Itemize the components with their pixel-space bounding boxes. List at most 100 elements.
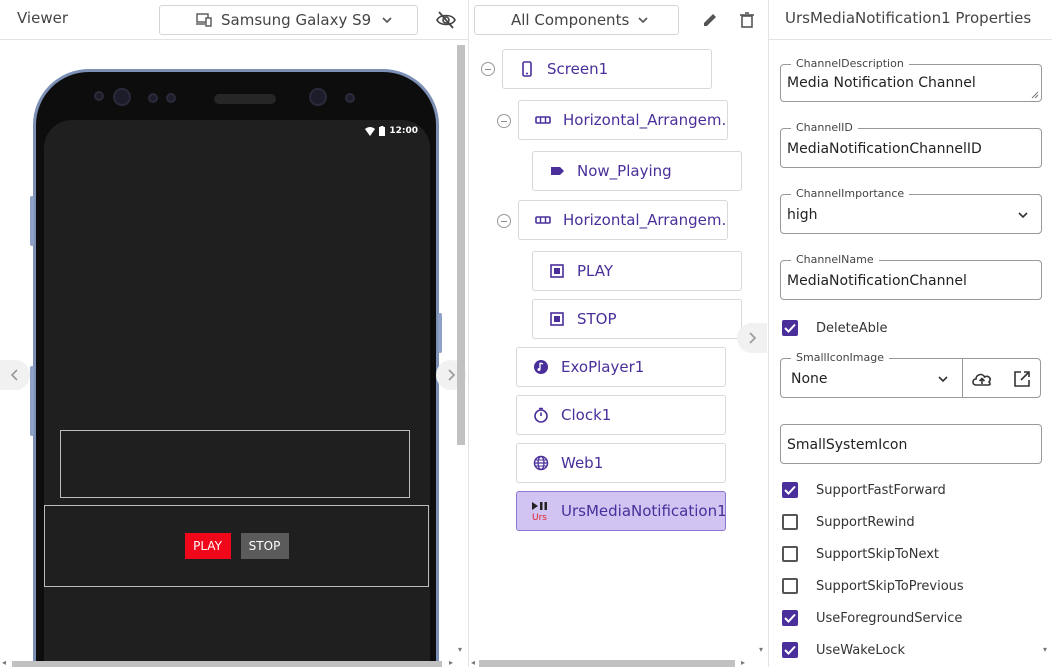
play-button-preview[interactable]: PLAY — [184, 533, 231, 559]
components-panel: All Components Screen1 Horizontal_Arrang… — [468, 0, 768, 667]
devices-icon — [196, 13, 212, 27]
channel-description-value: Media Notification Channel — [787, 75, 976, 91]
collapse-toggle-arrangement-2[interactable] — [497, 214, 511, 228]
scroll-right-arrow[interactable]: ▸ — [741, 658, 745, 667]
support-fast-forward-checkbox[interactable] — [782, 482, 798, 498]
viewer-vertical-scrollbar[interactable] — [457, 45, 465, 445]
open-in-new-icon[interactable] — [1013, 370, 1031, 388]
checkmark-icon — [784, 323, 796, 333]
tree-node-label: ExoPlayer1 — [561, 358, 645, 376]
sensor-dot — [148, 93, 158, 103]
trash-icon[interactable] — [738, 11, 756, 29]
use-foreground-service-row[interactable]: UseForegroundService — [780, 608, 962, 628]
support-fast-forward-row[interactable]: SupportFastForward — [780, 480, 946, 500]
components-filter-select[interactable]: All Components — [474, 5, 679, 35]
components-horizontal-scrollbar[interactable] — [479, 660, 735, 667]
use-wake-lock-row[interactable]: UseWakeLock — [780, 640, 905, 660]
phone-side-button — [438, 313, 442, 353]
channel-description-field[interactable]: ChannelDescription Media Notification Ch… — [780, 57, 1042, 102]
viewer-prev-button[interactable] — [0, 360, 30, 390]
tree-node-label: Now_Playing — [577, 162, 672, 180]
tree-node-now-playing[interactable]: Now_Playing — [532, 151, 742, 191]
support-skip-to-previous-checkbox[interactable] — [782, 578, 798, 594]
use-foreground-service-checkbox[interactable] — [782, 610, 798, 626]
globe-icon — [533, 455, 549, 471]
divider — [962, 359, 963, 397]
chevron-right-icon — [749, 332, 757, 344]
scroll-right-arrow[interactable]: ▸ — [449, 658, 453, 667]
scroll-down-arrow[interactable]: ▾ — [1043, 645, 1047, 654]
chevron-down-icon[interactable] — [937, 373, 949, 385]
tree-node-horizontal-arrangement-2[interactable]: Horizontal_Arrangem... — [518, 200, 728, 240]
tree-node-horizontal-arrangement-1[interactable]: Horizontal_Arrangem... — [518, 100, 728, 140]
collapse-toggle-screen1[interactable] — [481, 62, 495, 76]
sensor-dot — [94, 91, 104, 101]
front-camera — [113, 88, 131, 106]
delete-able-row[interactable]: DeleteAble — [780, 318, 887, 338]
horizontal-arrangement-2-preview[interactable]: PLAY STOP — [44, 505, 429, 587]
channel-name-field[interactable]: ChannelName MediaNotificationChannel — [780, 253, 1042, 300]
tree-node-web1[interactable]: Web1 — [516, 443, 726, 483]
phone-icon — [522, 61, 532, 77]
chevron-down-icon — [1018, 212, 1028, 219]
components-filter-label: All Components — [511, 11, 630, 29]
battery-icon — [379, 126, 386, 136]
support-skip-to-next-checkbox[interactable] — [782, 546, 798, 562]
scroll-down-arrow[interactable]: ▾ — [458, 645, 462, 654]
tree-node-label: Horizontal_Arrangem... — [563, 211, 728, 229]
field-label: ChannelImportance — [791, 187, 910, 200]
delete-able-checkbox[interactable] — [782, 320, 798, 336]
tree-node-stop[interactable]: STOP — [532, 299, 742, 339]
phone-mockup: 12:00 PLAY STOP — [33, 69, 439, 667]
stop-button-preview[interactable]: STOP — [240, 533, 289, 559]
field-label: ChannelID — [791, 121, 858, 134]
channel-id-value: MediaNotificationChannelID — [787, 141, 982, 157]
resize-handle-icon[interactable] — [1031, 91, 1039, 99]
pencil-icon[interactable] — [701, 11, 719, 29]
music-disc-icon — [534, 360, 548, 374]
support-rewind-checkbox[interactable] — [782, 514, 798, 530]
tree-node-label: Horizontal_Arrangem... — [563, 111, 728, 129]
tree-node-label: STOP — [577, 310, 617, 328]
visibility-off-icon[interactable] — [436, 11, 456, 29]
tree-node-play[interactable]: PLAY — [532, 251, 742, 291]
small-system-icon-value: SmallSystemIcon — [787, 437, 908, 453]
tree-node-label: Screen1 — [547, 60, 609, 78]
cloud-upload-icon[interactable] — [971, 369, 993, 389]
tree-node-ursmedianotification1[interactable]: Urs UrsMediaNotification1 — [516, 491, 726, 531]
checkbox-label: SupportSkipToNext — [816, 546, 940, 562]
tree-node-screen1[interactable]: Screen1 — [502, 49, 712, 89]
earpiece-speaker — [214, 94, 276, 104]
horizontal-arrangement-1-preview[interactable] — [60, 430, 410, 498]
field-label: ChannelDescription — [791, 57, 909, 70]
status-time: 12:00 — [389, 126, 418, 136]
scroll-left-arrow[interactable]: ◂ — [471, 658, 475, 667]
viewer-horizontal-scrollbar[interactable] — [12, 661, 442, 667]
tree-node-exoplayer1[interactable]: ExoPlayer1 — [516, 347, 726, 387]
viewer-canvas: 12:00 PLAY STOP ◂ ▸ ▾ — [0, 41, 468, 667]
support-rewind-row[interactable]: SupportRewind — [780, 512, 915, 532]
support-skip-to-previous-row[interactable]: SupportSkipToPrevious — [780, 576, 964, 596]
tree-node-label: Web1 — [561, 454, 604, 472]
timer-icon — [534, 407, 548, 423]
tree-node-label: UrsMediaNotification1 — [561, 502, 726, 520]
checkbox-label: UseForegroundService — [816, 610, 963, 626]
phone-side-button — [30, 196, 34, 246]
support-skip-to-next-row[interactable]: SupportSkipToNext — [780, 544, 939, 564]
chevron-right-icon — [448, 369, 456, 381]
button-icon — [550, 264, 564, 278]
channel-id-field[interactable]: ChannelID MediaNotificationChannelID — [780, 121, 1042, 168]
use-wake-lock-checkbox[interactable] — [782, 642, 798, 658]
device-select[interactable]: Samsung Galaxy S9 — [159, 5, 418, 35]
small-icon-image-picker[interactable]: SmallIconImage None — [780, 351, 1041, 398]
channel-importance-select[interactable]: ChannelImportance high — [780, 187, 1042, 234]
scroll-left-arrow[interactable]: ◂ — [2, 658, 6, 667]
components-next-button[interactable] — [737, 323, 767, 353]
collapse-toggle-arrangement-1[interactable] — [497, 114, 511, 128]
small-system-icon-field[interactable]: SmallSystemIcon — [780, 424, 1042, 464]
scroll-down-arrow[interactable]: ▾ — [759, 645, 763, 654]
checkmark-icon — [784, 613, 796, 623]
properties-title: UrsMediaNotification1 Properties — [785, 9, 1032, 27]
tree-node-clock1[interactable]: Clock1 — [516, 395, 726, 435]
viewer-header: Viewer Samsung Galaxy S9 — [0, 0, 468, 40]
